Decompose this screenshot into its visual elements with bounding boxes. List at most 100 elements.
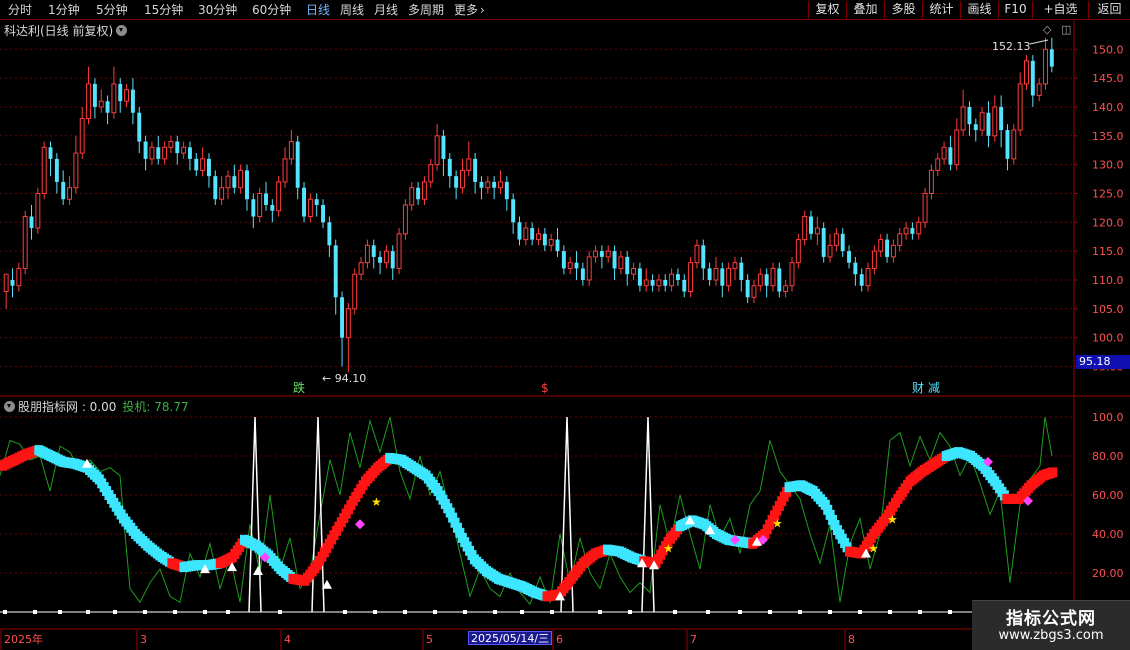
candle-body	[903, 227, 909, 235]
fuquan-button[interactable]: 复权	[808, 1, 846, 19]
candle	[270, 199, 275, 223]
candle	[383, 245, 389, 269]
candle-body	[637, 268, 642, 286]
candle-body	[992, 106, 998, 137]
candle	[390, 245, 395, 280]
candle	[814, 216, 820, 246]
candle-body	[314, 199, 319, 205]
candle	[264, 181, 268, 211]
more-chevron-icon[interactable]: ›	[480, 2, 485, 18]
duogu-button[interactable]: 多股	[884, 1, 922, 19]
candle-body	[802, 216, 808, 241]
candle-body	[73, 152, 79, 189]
candle-body	[605, 250, 611, 258]
candle	[656, 274, 662, 292]
baseline-dot	[58, 610, 62, 614]
candle	[3, 273, 9, 309]
add-watchlist-button[interactable]: +自选	[1032, 1, 1088, 19]
candle	[941, 141, 947, 165]
period-tab-1min[interactable]: 1分钟	[48, 2, 80, 18]
candle-body	[789, 262, 795, 287]
watermark-url: www.zbgs3.com	[998, 628, 1104, 643]
candle	[364, 239, 370, 269]
price-axis-label: 125.0	[1092, 187, 1124, 200]
candle-body	[1017, 83, 1023, 131]
baseline-dot	[373, 610, 377, 614]
indicator-touji-value: 投机: 78.77	[122, 400, 189, 414]
candle	[225, 170, 231, 200]
candle-body	[29, 216, 34, 229]
back-button[interactable]: 返回	[1088, 1, 1130, 19]
candle	[504, 176, 509, 211]
huaxian-button[interactable]: 画线	[960, 1, 998, 19]
candle	[916, 216, 922, 240]
diamond-icon[interactable]: ◇	[1043, 23, 1051, 36]
chart-canvas[interactable]: ★ ★ ★ ★ ★ 150.0 145.0 140.0 135.0 130.0 125.0 120.…	[0, 20, 1130, 650]
candle-body	[694, 244, 700, 264]
candle	[574, 251, 579, 280]
event-jian-label: 减	[928, 381, 940, 395]
candle-body	[149, 146, 155, 160]
candle	[821, 222, 826, 263]
candle	[732, 256, 738, 280]
date-axis-label: 6	[556, 633, 563, 646]
period-tab-daily[interactable]: 日线	[306, 2, 330, 18]
candle-body	[307, 198, 313, 218]
baseline-dot	[858, 610, 862, 614]
candle-body	[358, 262, 364, 275]
f10-button[interactable]: F10	[998, 1, 1032, 19]
dropdown-circle-icon[interactable]	[116, 25, 128, 36]
candle-body	[98, 100, 104, 108]
candle-body	[162, 146, 168, 160]
candle	[492, 176, 497, 200]
candle	[162, 141, 168, 165]
candle	[973, 118, 978, 142]
candle	[61, 170, 66, 205]
candle	[542, 228, 547, 252]
candle-body	[371, 245, 376, 257]
candle-body	[390, 251, 395, 269]
period-tab-60min[interactable]: 60分钟	[252, 2, 291, 18]
candle	[302, 181, 306, 223]
candle-body	[701, 245, 706, 269]
candle	[694, 239, 700, 269]
candle	[447, 153, 452, 188]
period-tab-monthly[interactable]: 月线	[374, 2, 398, 18]
candle	[878, 233, 884, 257]
period-tab-15min[interactable]: 15分钟	[144, 2, 183, 18]
period-tab-5min[interactable]: 5分钟	[96, 2, 128, 18]
candle-body	[954, 129, 960, 166]
indicator-dropdown-icon[interactable]	[4, 401, 15, 412]
candle-body	[454, 176, 459, 188]
candle	[340, 291, 345, 367]
candle-body	[137, 112, 142, 142]
candle	[922, 187, 928, 229]
candle-body	[105, 101, 110, 113]
candle	[232, 164, 237, 194]
signal-star-icon: ★	[868, 542, 879, 556]
date-axis-label: 8	[848, 633, 855, 646]
candle-body	[853, 262, 858, 275]
window-toggle-icon[interactable]: ◫	[1061, 23, 1071, 36]
candle	[479, 176, 484, 200]
candle	[561, 245, 566, 275]
candle	[593, 245, 599, 263]
period-tab-30min[interactable]: 30分钟	[198, 2, 237, 18]
period-tab-weekly[interactable]: 周线	[340, 2, 364, 18]
period-tab-multi[interactable]: 多周期	[408, 2, 444, 18]
candle-body	[751, 285, 757, 298]
candle	[726, 262, 732, 292]
candle	[992, 95, 998, 142]
baseline-dot	[948, 610, 952, 614]
candle-body	[302, 187, 306, 217]
candle-body	[720, 268, 725, 286]
diejia-button[interactable]: 叠加	[846, 1, 884, 19]
candle	[149, 141, 155, 165]
buy-triangle-icon	[253, 566, 263, 576]
candle-body	[999, 106, 1004, 131]
candle-body	[409, 187, 415, 206]
date-axis-label: 5	[426, 633, 433, 646]
period-tab-fenshi[interactable]: 分时	[8, 2, 32, 18]
period-tab-more[interactable]: 更多	[454, 2, 478, 18]
tongji-button[interactable]: 统计	[922, 1, 960, 19]
